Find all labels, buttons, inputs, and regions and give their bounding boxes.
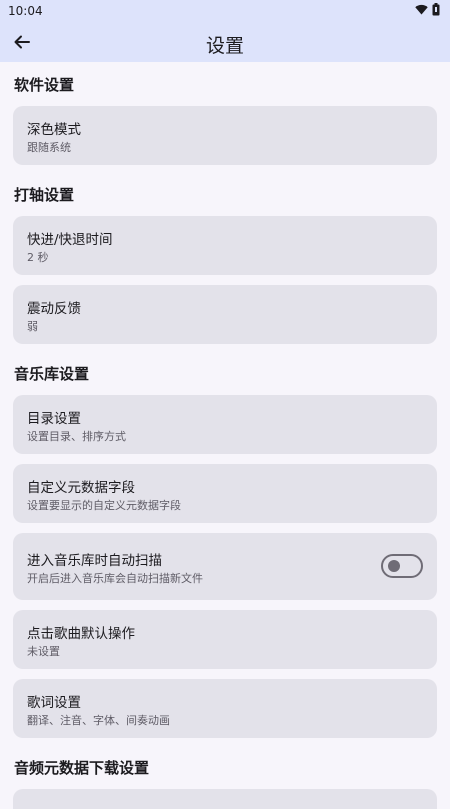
section-title-software: 软件设置 (14, 76, 75, 94)
setting-value: 弱 (27, 320, 38, 333)
setting-label: 深色模式 (27, 122, 81, 138)
wifi-icon (415, 4, 428, 18)
setting-label: 震动反馈 (27, 301, 81, 317)
status-time: 10:04 (8, 4, 43, 18)
setting-label: 歌词设置 (27, 695, 81, 711)
section-title-library: 音乐库设置 (14, 365, 90, 383)
setting-label: 自定义元数据字段 (27, 480, 135, 496)
setting-custom-metadata[interactable]: 自定义元数据字段 设置要显示的自定义元数据字段 (13, 464, 437, 523)
setting-lyrics[interactable]: 歌词设置 翻译、注音、字体、间奏动画 (13, 679, 437, 738)
setting-auto-scan[interactable]: 进入音乐库时自动扫描 开启后进入音乐库会自动扫描新文件 (13, 533, 437, 600)
setting-value: 设置目录、排序方式 (27, 430, 126, 443)
setting-haptic-feedback[interactable]: 震动反馈 弱 (13, 285, 437, 344)
setting-default-song-action[interactable]: 点击歌曲默认操作 未设置 (13, 610, 437, 669)
toggle-knob (388, 560, 400, 572)
setting-label: 快进/快退时间 (27, 232, 113, 248)
setting-value: 开启后进入音乐库会自动扫描新文件 (27, 572, 203, 585)
app-bar: 设置 (0, 22, 450, 62)
setting-value: 未设置 (27, 645, 60, 658)
setting-dark-mode[interactable]: 深色模式 跟随系统 (13, 106, 437, 165)
section-title-metadata-download: 音频元数据下载设置 (14, 759, 150, 777)
battery-icon (432, 3, 440, 19)
setting-value: 跟随系统 (27, 141, 71, 154)
setting-card-partial[interactable] (13, 789, 437, 809)
setting-value: 设置要显示的自定义元数据字段 (27, 499, 181, 512)
page-title: 设置 (205, 35, 244, 57)
setting-value: 翻译、注音、字体、间奏动画 (27, 714, 170, 727)
auto-scan-toggle[interactable] (381, 554, 423, 578)
setting-label: 进入音乐库时自动扫描 (27, 553, 162, 569)
setting-value: 2 秒 (27, 251, 49, 264)
setting-label: 目录设置 (27, 411, 81, 427)
section-title-timing: 打轴设置 (14, 186, 75, 204)
status-bar: 10:04 (0, 0, 450, 22)
status-icons (415, 3, 440, 19)
setting-directory[interactable]: 目录设置 设置目录、排序方式 (13, 395, 437, 454)
setting-seek-time[interactable]: 快进/快退时间 2 秒 (13, 216, 437, 275)
setting-label: 点击歌曲默认操作 (27, 626, 135, 642)
